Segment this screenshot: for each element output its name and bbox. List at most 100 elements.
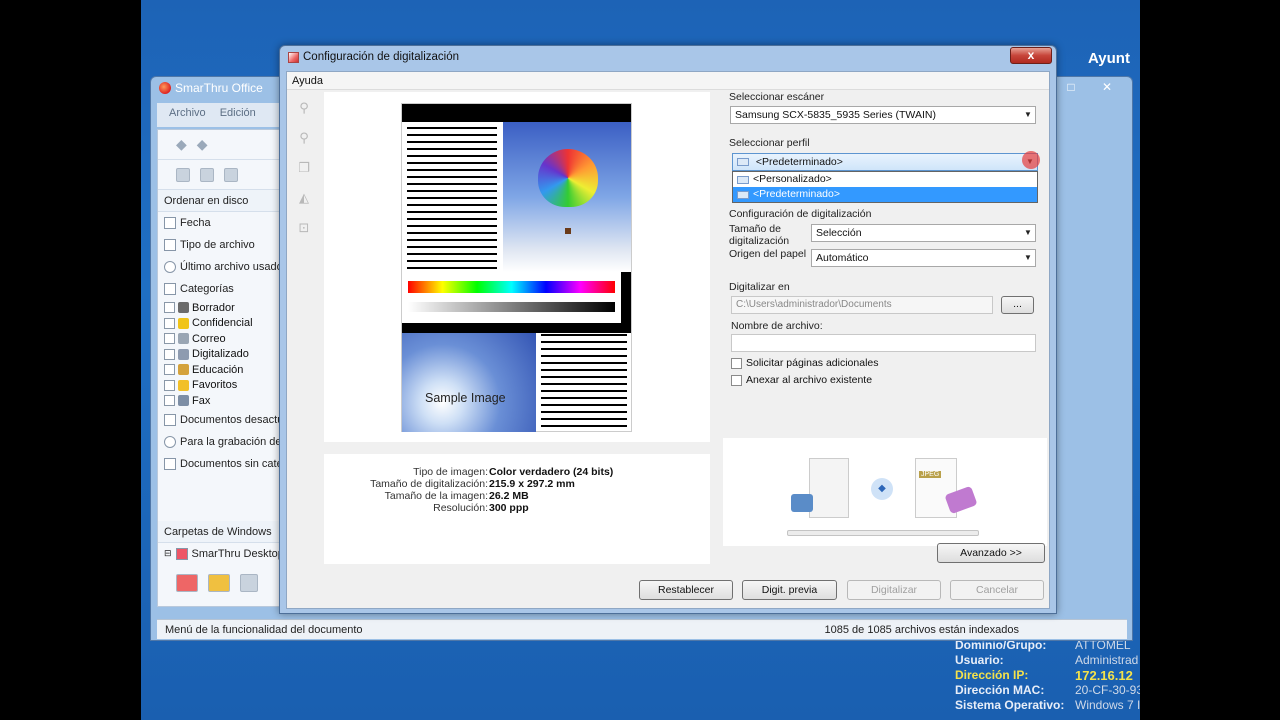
sysinfo-value: Administrad [1075,653,1139,667]
refresh-icon[interactable] [224,167,238,182]
category-label: Favoritos [192,379,238,392]
crop-icon[interactable]: ⊡ [295,220,313,238]
sort-item-tipo[interactable]: Tipo de archivo [158,234,280,256]
menu-ayuda[interactable]: Ayuda [292,75,323,87]
category-label: Borrador [192,301,235,314]
zoom-in-icon[interactable]: ⚲ [295,100,313,118]
category-item[interactable]: Fax [158,393,280,409]
category-checkbox[interactable] [164,364,175,376]
other-item-sin-categoria[interactable]: Documentos sin categ [158,453,280,475]
category-item[interactable]: Educación [158,362,280,378]
document-view-icon[interactable] [176,167,190,182]
other-item-desactualizados[interactable]: Documentos desactua [158,409,280,431]
scanner-select[interactable]: Samsung SCX-5835_5935 Series (TWAIN) ▼ [730,106,1036,124]
category-label: Digitalizado [192,348,249,361]
forward-arrow-icon[interactable]: ◆ [197,136,208,153]
category-label: Confidencial [192,317,253,330]
maximize-button[interactable]: □ [1057,79,1085,95]
status-right: 1085 de 1085 archivos están indexados [824,623,1019,636]
scan-button[interactable]: Digitalizar [847,580,941,600]
reset-button[interactable]: Restablecer [639,580,733,600]
copy-icon[interactable]: ❐ [295,160,313,178]
printer-icon[interactable] [240,573,258,592]
sysinfo-row: Dirección MAC: 20-CF-30-93 [955,683,1140,698]
category-checkbox[interactable] [164,317,175,329]
windows-folders-header: Carpetas de Windows [158,520,280,543]
scan-config-dialog: Configuración de digitalización x Ayuda … [279,45,1057,614]
page-top-bar [402,104,631,122]
bottom-toolbar [158,565,280,601]
document-icon [164,457,176,470]
sysinfo-value: Windows 7 I [1075,698,1140,712]
categories-header[interactable]: Categorías [158,278,280,300]
status-left: Menú de la funcionalidad del documento [165,623,363,636]
scan-to-label: Digitalizar en [729,281,790,293]
grayscale-bar [408,302,615,312]
profile-option-predeterminado[interactable]: <Predeterminado> [733,187,1037,202]
view-toolbar [158,160,280,190]
smarthru-desktop-item[interactable]: ⊟ SmarThru Desktop [158,543,280,565]
category-item[interactable]: Digitalizado [158,347,280,363]
smarthru-logo-icon [159,82,171,94]
cancel-button[interactable]: Cancelar [950,580,1044,600]
size-label-2: digitalización [729,235,790,247]
category-checkbox[interactable] [164,302,175,314]
scan-size-select[interactable]: Selección ▼ [811,224,1036,242]
text-lines-block [407,127,497,269]
menu-edicion[interactable]: Edición [220,107,256,123]
output-illustration: ◆ JPEG [723,438,1047,546]
back-arrow-icon[interactable]: ◆ [176,136,187,153]
paper-source-select[interactable]: Automático ▼ [811,249,1036,267]
scan-preview-area[interactable]: Sample Image [324,92,710,442]
sort-item-fecha[interactable]: Fecha [158,212,280,234]
category-checkbox[interactable] [164,333,175,345]
advanced-button[interactable]: Avanzado >> [937,543,1045,563]
filename-input[interactable] [731,334,1036,352]
image-info-key: Resolución: [433,502,488,514]
category-icon [178,395,189,407]
check-more-label: Solicitar páginas adicionales [746,357,879,369]
close-window-button[interactable]: ✕ [1093,79,1121,95]
category-checkbox[interactable] [164,395,175,407]
fax-icon[interactable] [176,573,198,592]
rotate-icon[interactable]: ◭ [295,190,313,208]
print-view-icon[interactable] [200,167,214,182]
balloon-photo [503,122,631,272]
desktop-corner-text: Ayunt [1088,50,1130,67]
disc-icon [164,435,176,448]
menu-archivo[interactable]: Archivo [169,107,206,123]
source-label: Origen del papel [729,248,807,260]
zoom-out-icon[interactable]: ⚲ [295,130,313,148]
category-item[interactable]: Borrador [158,300,280,316]
sort-item-ultimo[interactable]: Último archivo usado [158,256,280,278]
profile-select[interactable]: <Predeterminado> ▼ [732,153,1038,171]
check-more-pages[interactable]: Solicitar páginas adicionales [731,357,879,369]
dropdown-arrow-icon: ▼ [1024,110,1032,119]
folder-icon[interactable] [208,573,230,592]
category-checkbox[interactable] [164,379,175,391]
sample-photo: Sample Image [402,333,536,432]
image-info-row: Tamaño de la imagen: 26.2 MB [324,490,710,502]
other-item-grabacion[interactable]: Para la grabación de [158,431,280,453]
balloon-shape [538,149,598,207]
preview-button[interactable]: Digit. previa [742,580,837,600]
smarthru-menu-bar: Archivo Edición [157,103,281,127]
scanner-label: Seleccionar escáner [729,91,825,103]
dialog-close-button[interactable]: x [1010,47,1052,64]
checkbox[interactable] [731,374,742,386]
category-checkbox[interactable] [164,348,175,360]
category-item[interactable]: Confidencial [158,316,280,332]
checkbox[interactable] [731,357,742,369]
category-item[interactable]: Favoritos [158,378,280,394]
browse-button[interactable]: ... [1001,296,1034,314]
progress-bar [787,530,979,536]
preview-tools: ⚲ ⚲ ❐ ◭ ⊡ [295,100,317,250]
check-append[interactable]: Anexar al archivo existente [731,374,872,386]
image-info-key: Tamaño de la imagen: [384,490,488,502]
image-info-row: Resolución: 300 ppp [324,502,710,514]
balloon-basket [565,228,571,234]
status-bar: Menú de la funcionalidad del documento 1… [157,619,1127,639]
category-item[interactable]: Correo [158,331,280,347]
profile-dropdown-list: <Personalizado> <Predeterminado> [732,171,1038,203]
profile-option-personalizado[interactable]: <Personalizado> [733,172,1037,187]
